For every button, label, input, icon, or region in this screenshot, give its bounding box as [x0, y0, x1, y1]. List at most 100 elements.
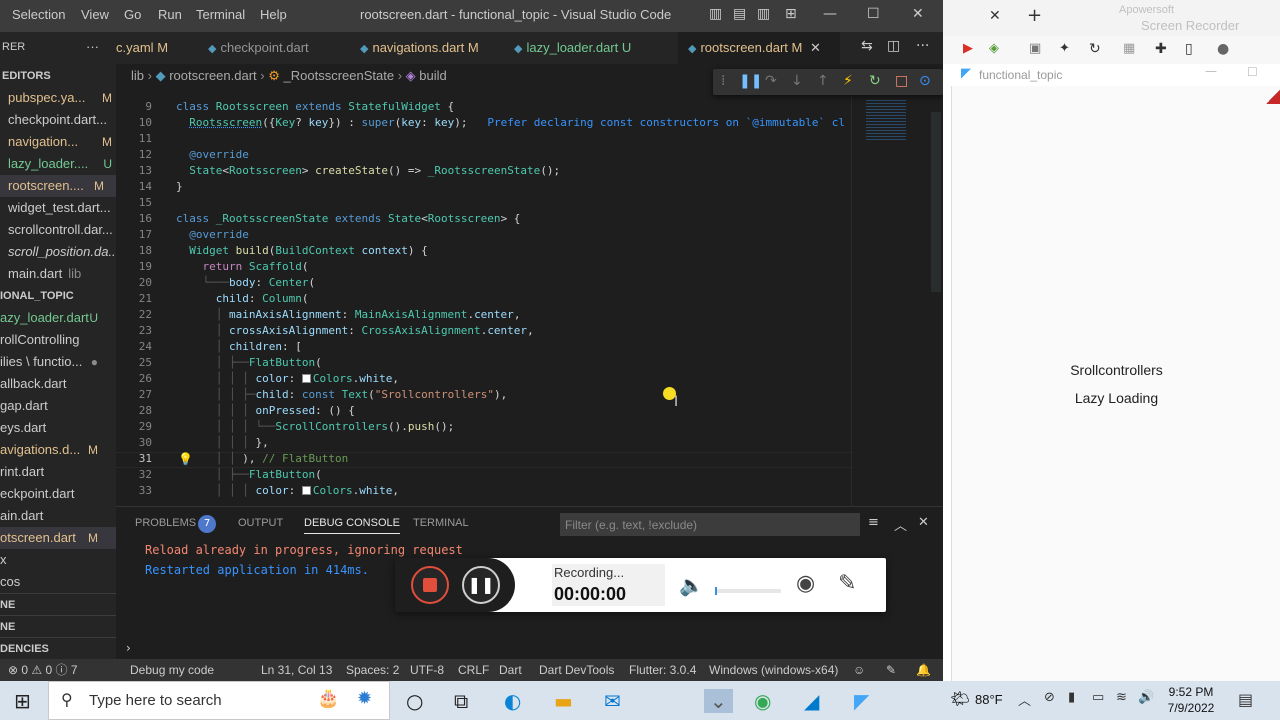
chrome-icon[interactable]: ◉ [754, 689, 771, 713]
chevron-right-icon[interactable]: › [126, 641, 131, 655]
flutter-version[interactable]: Flutter: 3.0.4 [629, 659, 696, 681]
extension-icon[interactable]: ◈ [989, 41, 999, 56]
compare-icon[interactable]: ⇆ [861, 38, 873, 54]
file-cos[interactable]: cos [0, 571, 116, 593]
problems-status[interactable]: ⊗ 0 ⚠ 0 ⓘ 7 [8, 659, 78, 681]
webcam-icon[interactable]: ◉ [796, 571, 815, 596]
menu-go[interactable]: Go [124, 7, 141, 22]
taskbar-clock[interactable]: 9:52 PM 7/9/2022 [1166, 684, 1216, 716]
breadcrumb-method[interactable]: build [419, 68, 446, 83]
restart-icon[interactable]: ↻ [869, 73, 881, 89]
indentation[interactable]: Spaces: 2 [346, 659, 399, 681]
line-ending[interactable]: CRLF [458, 659, 489, 681]
open-editors-header[interactable]: EDITORS [2, 65, 116, 87]
step-out-icon[interactable]: ↑ [817, 73, 829, 89]
more-icon[interactable]: ··· [916, 38, 929, 54]
open-editor-checkpoint[interactable]: checkpoint.dart... [8, 109, 116, 131]
step-into-icon[interactable]: ↓ [791, 73, 803, 89]
vscode-taskbar-icon[interactable]: ◢ [804, 689, 819, 713]
toggle-secondary-sidebar-icon[interactable]: ▥ [757, 6, 770, 22]
tray-icon[interactable]: ⊘ [1044, 690, 1055, 705]
extension-icon[interactable]: ✦ [1059, 41, 1070, 56]
project-header[interactable]: IONAL_TOPIC [0, 285, 116, 307]
close-window-icon[interactable]: ✕ [912, 6, 924, 22]
lazy-loading-button[interactable]: Lazy Loading [952, 390, 1280, 406]
tab-terminal[interactable]: TERMINAL [413, 517, 469, 529]
file-callback[interactable]: allback.dart [0, 373, 116, 395]
file-keys[interactable]: eys.dart [0, 417, 116, 439]
tab-problems[interactable]: PROBLEMS [135, 517, 196, 529]
weather-temperature[interactable]: 88°F [975, 692, 1003, 707]
tab-pubspec[interactable]: c.yaml M [116, 32, 204, 64]
feedback-icon[interactable]: ✎ [886, 659, 896, 681]
minimap[interactable] [851, 92, 943, 506]
file-explorer-icon[interactable]: ▬ [554, 689, 573, 713]
step-over-icon[interactable]: ↷ [765, 73, 777, 89]
toggle-sidebar-icon[interactable]: ▥ [709, 6, 722, 22]
minimize-icon[interactable]: — [823, 6, 837, 22]
tab-output[interactable]: OUTPUT [238, 517, 283, 529]
folder-scroll-controlling[interactable]: rollControlling [0, 329, 116, 351]
new-tab-icon[interactable]: + [1027, 5, 1042, 26]
code-editor[interactable]: 9 10 11 12 13 14 15 16 17 18 19 20 21 22 23 24 25 26 27 28 2… [116, 92, 851, 506]
windows-start-icon[interactable]: ⊞ [14, 689, 31, 713]
dependencies-section[interactable]: DENCIES [0, 637, 116, 659]
file-lazy-loader[interactable]: azy_loader.dart U [0, 307, 116, 329]
open-editor-scrollcontroll[interactable]: scrollcontroll.dar... [8, 219, 116, 241]
console-filter-input[interactable] [560, 513, 860, 536]
edge-icon[interactable]: ◐ [504, 689, 521, 713]
puzzle-icon[interactable]: ✚ [1155, 41, 1167, 57]
extension-icon[interactable]: ▦ [1123, 41, 1135, 56]
file-x[interactable]: x [0, 549, 116, 571]
usb-icon[interactable]: ▮ [1068, 690, 1075, 705]
sidepanel-icon[interactable]: ▯ [1185, 41, 1193, 57]
file-print[interactable]: rint.dart [0, 461, 116, 483]
timeline-section[interactable]: NE [0, 615, 116, 637]
accounts-icon[interactable]: ☺ [853, 659, 865, 681]
open-editor-pubspec[interactable]: pubspec.ya... M [8, 87, 116, 109]
volume-icon[interactable]: 🔊 [1138, 690, 1154, 705]
file-main[interactable]: ain.dart [0, 505, 116, 527]
pause-recording-button[interactable]: ❚❚ [462, 566, 500, 604]
close-panel-icon[interactable]: ✕ [918, 515, 929, 530]
menu-run[interactable]: Run [158, 7, 182, 22]
color-swatch-white[interactable] [301, 374, 311, 383]
menu-help[interactable]: Help [260, 7, 287, 22]
open-editor-lazy-loader[interactable]: lazy_loader.... U [8, 153, 116, 175]
file-gap[interactable]: gap.dart [0, 395, 116, 417]
cursor-position[interactable]: Ln 31, Col 13 [261, 659, 332, 681]
close-tab-icon[interactable]: ✕ [989, 8, 1001, 24]
dart-devtools[interactable]: Dart DevTools [539, 659, 614, 681]
refresh-icon[interactable]: ↻ [1089, 41, 1101, 57]
open-editor-widget-test[interactable]: widget_test.dart... [8, 197, 116, 219]
scrollbar[interactable] [931, 112, 941, 292]
breadcrumb-class[interactable]: _RootsscreenState [284, 68, 395, 83]
pen-icon[interactable]: ✎ [838, 571, 856, 596]
tab-checkpoint[interactable]: ◆ checkpoint.dart [208, 32, 326, 64]
menu-view[interactable]: View [81, 7, 109, 22]
color-swatch-white[interactable] [301, 486, 311, 495]
tab-navigations[interactable]: ◆ navigations.dart M [360, 32, 500, 64]
breadcrumb-lib[interactable]: lib [131, 68, 144, 83]
file-navigations[interactable]: avigations.d... M [0, 439, 116, 461]
open-editor-main[interactable]: main.dart lib [8, 263, 116, 285]
encoding[interactable]: UTF-8 [410, 659, 444, 681]
notifications-icon[interactable]: 🔔 [916, 659, 931, 681]
search-highlight-icon[interactable]: ✹ [357, 688, 372, 709]
language-mode[interactable]: Dart [499, 659, 522, 681]
mail-icon[interactable]: ✉ [604, 689, 621, 713]
drag-handle-icon[interactable]: ⁞ [721, 73, 725, 89]
toggle-panel-icon[interactable]: ▤ [733, 6, 746, 22]
volume-slider[interactable] [715, 587, 781, 595]
extension-icon[interactable]: ▣ [1029, 41, 1041, 56]
tab-debug-console[interactable]: DEBUG CONSOLE [304, 517, 400, 534]
inspect-icon[interactable]: ⊙ [919, 73, 931, 89]
open-editor-navigations[interactable]: navigation... M [8, 131, 116, 153]
chevron-up-icon[interactable]: ︿ [1018, 690, 1031, 709]
debug-status[interactable]: Debug my code [130, 659, 214, 681]
open-editor-scroll-position[interactable]: scroll_position.da... [8, 241, 116, 263]
customize-layout-icon[interactable]: ⊞ [785, 6, 797, 22]
menu-selection[interactable]: Selection [12, 7, 65, 22]
cortana-icon[interactable]: ○ [406, 689, 423, 713]
maximize-icon[interactable]: ☐ [1247, 65, 1258, 79]
